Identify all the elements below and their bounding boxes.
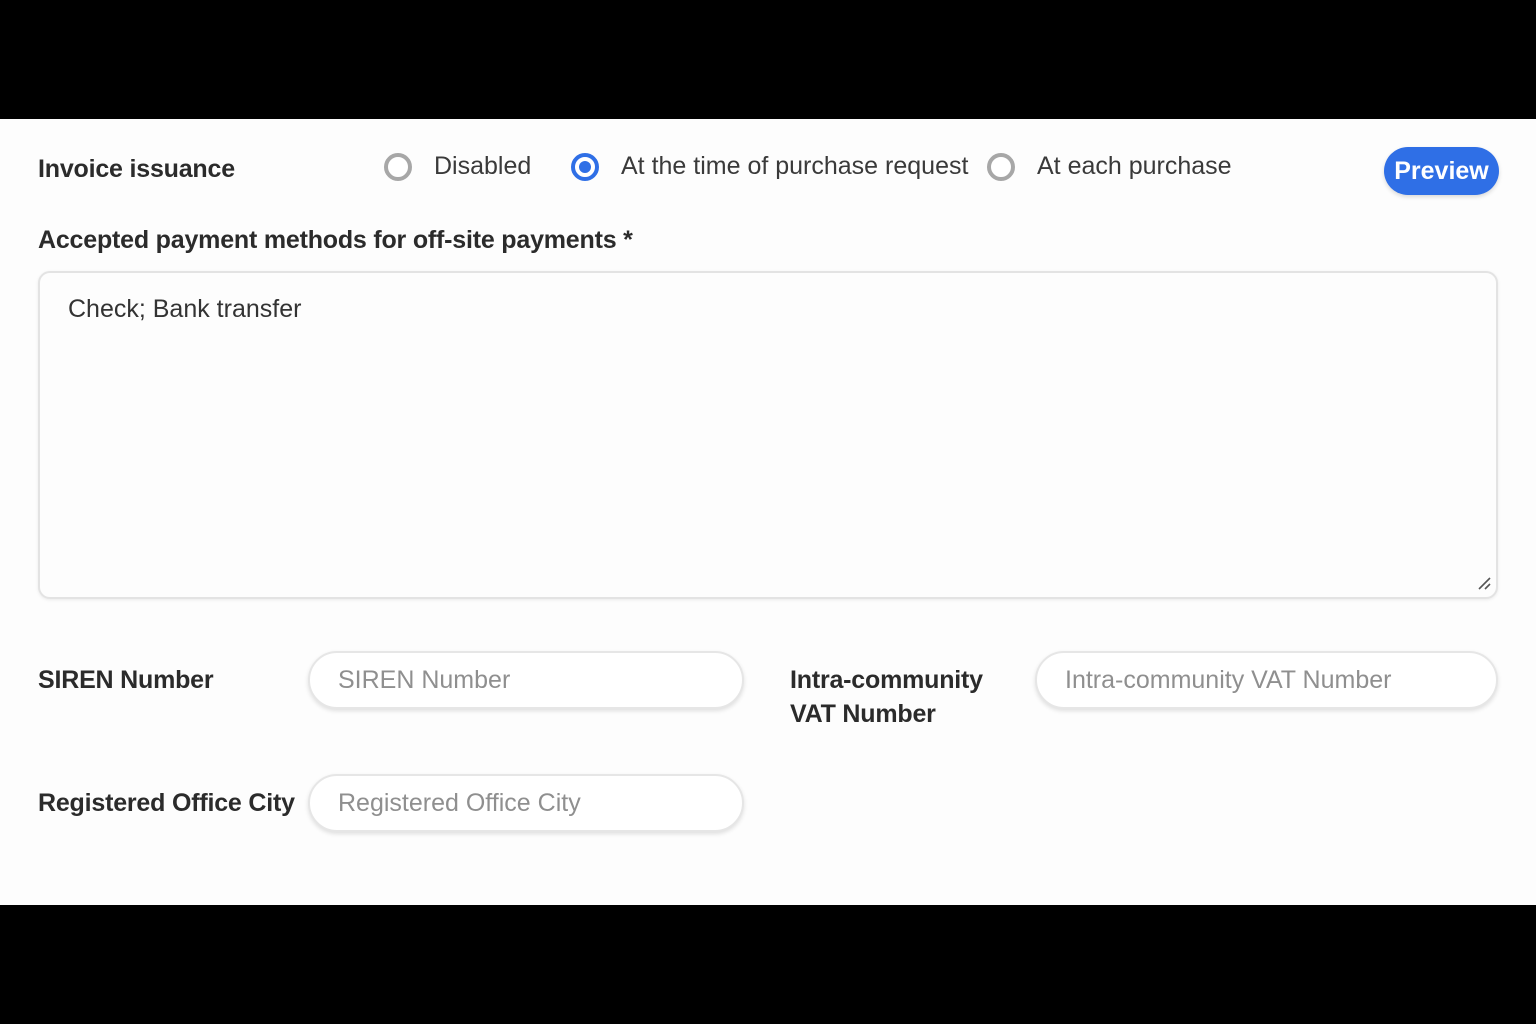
radio-option-disabled[interactable]: Disabled	[384, 152, 531, 181]
letterbox-bottom	[0, 905, 1536, 1024]
siren-number-input[interactable]	[308, 651, 744, 709]
payment-methods-value: Check; Bank transfer	[68, 295, 302, 323]
payment-methods-textarea[interactable]: Check; Bank transfer	[38, 271, 1498, 599]
radio-option-each-purchase[interactable]: At each purchase	[987, 152, 1232, 181]
letterbox-top	[0, 0, 1536, 119]
vat-number-label: Intra-community VAT Number	[790, 663, 983, 731]
radio-checked-icon	[571, 152, 599, 181]
radio-unchecked-icon	[384, 152, 412, 181]
resize-handle-icon[interactable]	[1476, 575, 1492, 591]
vat-label-line2: VAT Number	[790, 700, 936, 728]
radio-label-each-purchase: At each purchase	[1037, 152, 1232, 180]
vat-number-input[interactable]	[1035, 651, 1498, 709]
registered-office-city-label: Registered Office City	[38, 789, 295, 817]
invoice-settings-panel: Invoice issuance Disabled At the time of…	[0, 119, 1536, 905]
invoice-issuance-label: Invoice issuance	[38, 155, 235, 183]
radio-label-disabled: Disabled	[434, 152, 532, 180]
vat-label-line1: Intra-community	[790, 666, 983, 694]
radio-label-purchase-request: At the time of purchase request	[621, 152, 969, 180]
siren-number-label: SIREN Number	[38, 666, 214, 694]
radio-unchecked-icon	[987, 152, 1015, 181]
registered-office-city-input[interactable]	[308, 774, 744, 832]
radio-option-purchase-request[interactable]: At the time of purchase request	[571, 152, 968, 181]
preview-button[interactable]: Preview	[1384, 147, 1499, 195]
payment-methods-label: Accepted payment methods for off-site pa…	[38, 226, 633, 254]
